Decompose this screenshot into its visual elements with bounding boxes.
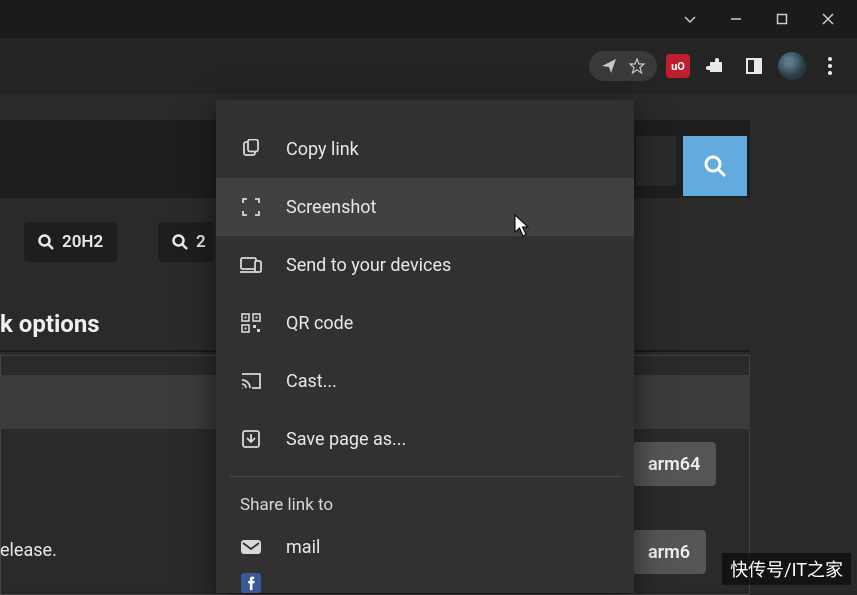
menu-item-label: Cast...: [286, 371, 337, 392]
qr-code-icon: [240, 312, 262, 334]
search-gap: [636, 136, 676, 186]
search-icon: [172, 234, 188, 250]
download-arm64-button[interactable]: arm64: [632, 442, 716, 486]
filter-chip-2[interactable]: 2: [158, 222, 214, 262]
share-pill[interactable]: [589, 51, 657, 81]
download-arm6-button[interactable]: arm6: [632, 530, 706, 574]
window-maximize-button[interactable]: [759, 0, 805, 38]
cast-icon: [240, 370, 262, 392]
window-minimize-button[interactable]: [713, 0, 759, 38]
share-target-mail[interactable]: mail: [216, 521, 634, 573]
filter-chip-label: 20H2: [62, 232, 103, 252]
menu-item-label: QR code: [286, 313, 353, 334]
send-icon: [601, 58, 617, 74]
search-button[interactable]: [683, 136, 747, 196]
ublock-badge: uO: [666, 54, 690, 78]
menu-separator: [230, 476, 620, 477]
browser-toolbar: uO: [0, 38, 857, 94]
browser-menu-button[interactable]: [813, 49, 847, 83]
filter-chip-20h2[interactable]: 20H2: [24, 222, 117, 262]
share-target-facebook[interactable]: [216, 573, 634, 593]
copy-icon: [240, 138, 262, 160]
menu-item-send-devices[interactable]: Send to your devices: [216, 236, 634, 294]
filter-chip-label: 2: [196, 232, 206, 252]
menu-item-label: Save page as...: [286, 429, 406, 450]
ublock-extension-icon[interactable]: uO: [661, 49, 695, 83]
watermark: 快传号/IT之家: [722, 553, 851, 585]
menu-item-label: Copy link: [286, 139, 359, 160]
search-icon: [703, 154, 727, 178]
button-label: arm64: [648, 454, 700, 475]
menu-item-screenshot[interactable]: Screenshot: [216, 178, 634, 236]
devices-icon: [240, 254, 262, 276]
reader-mode-icon[interactable]: [737, 49, 771, 83]
menu-item-copy-link[interactable]: Copy link: [216, 120, 634, 178]
button-label: arm6: [648, 542, 690, 563]
share-link-header: Share link to: [216, 485, 634, 521]
profile-avatar[interactable]: [775, 49, 809, 83]
menu-item-cast[interactable]: Cast...: [216, 352, 634, 410]
extensions-icon[interactable]: [699, 49, 733, 83]
screenshot-icon: [240, 196, 262, 218]
release-text: elease.: [0, 540, 57, 561]
menu-item-save-page[interactable]: Save page as...: [216, 410, 634, 468]
window-titlebar: [0, 0, 857, 38]
menu-item-label: Screenshot: [286, 197, 376, 218]
menu-item-qr-code[interactable]: QR code: [216, 294, 634, 352]
menu-item-label: Send to your devices: [286, 255, 451, 276]
mail-icon: [240, 536, 262, 558]
avatar-image: [778, 52, 806, 80]
tab-dropdown-button[interactable]: [667, 0, 713, 38]
search-icon: [38, 234, 54, 250]
download-icon: [240, 428, 262, 450]
share-menu: Copy link Screenshot Send to your device…: [216, 100, 634, 593]
share-target-label: mail: [286, 537, 320, 558]
section-title: k options: [0, 310, 100, 338]
window-close-button[interactable]: [805, 0, 851, 38]
star-icon: [629, 58, 645, 74]
